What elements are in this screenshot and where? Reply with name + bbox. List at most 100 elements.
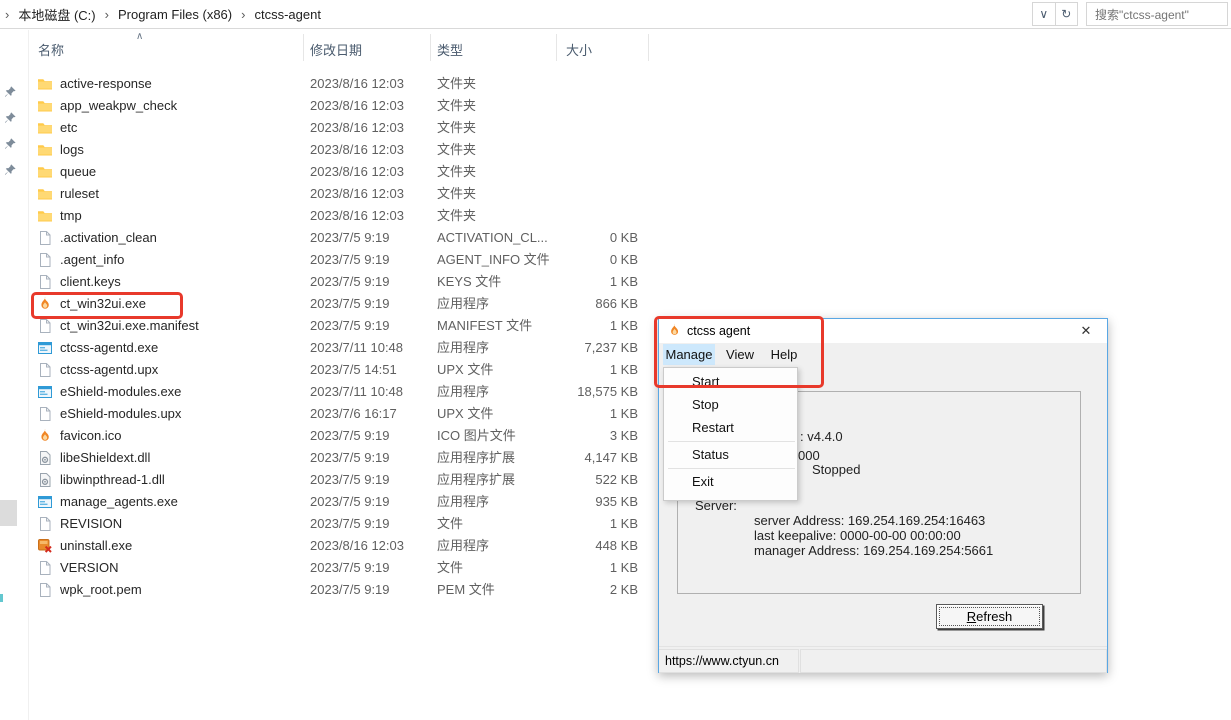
menu-item-start[interactable]: Start <box>665 371 796 393</box>
file-size: 935 KB <box>595 494 638 509</box>
close-icon[interactable]: ✕ <box>1073 321 1099 341</box>
file-date: 2023/8/16 12:03 <box>310 208 404 223</box>
uninstall-icon <box>37 538 53 554</box>
dll-icon <box>37 472 53 488</box>
file-icon <box>37 252 53 268</box>
explorer-window: › 本地磁盘 (C:) › Program Files (x86) › ctcss-age… <box>0 0 1231 720</box>
folder-icon <box>37 142 53 158</box>
file-date: 2023/8/16 12:03 <box>310 142 404 157</box>
file-row[interactable]: ct_win32ui.exe 2023/7/5 9:19 应用程序 866 KB <box>30 293 650 315</box>
file-row[interactable]: .activation_clean 2023/7/5 9:19 ACTIVATION… <box>30 227 650 249</box>
file-date: 2023/7/5 9:19 <box>310 318 390 333</box>
file-size: 1 KB <box>609 362 638 377</box>
statusbar-url: https://www.ctyun.cn <box>659 649 799 673</box>
file-row[interactable]: app_weakpw_check 2023/8/16 12:03 文件夹 <box>30 95 650 117</box>
menu-item-status[interactable]: Status <box>665 444 796 466</box>
file-date: 2023/8/16 12:03 <box>310 120 404 135</box>
ctcss-agent-dialog: ctcss agent ✕ Manage View Help : v4.4.0 … <box>658 318 1108 673</box>
file-row[interactable]: logs 2023/8/16 12:03 文件夹 <box>30 139 650 161</box>
agent-pid-fragment: 000 <box>798 448 820 463</box>
file-size: 1 KB <box>609 406 638 421</box>
file-size: 0 KB <box>609 230 638 245</box>
file-icon <box>37 560 53 576</box>
file-icon <box>37 230 53 246</box>
file-name: ctcss-agentd.exe <box>60 340 159 355</box>
file-row[interactable]: VERSION 2023/7/5 9:19 文件 1 KB <box>30 557 650 579</box>
menu-separator <box>668 468 795 469</box>
menu-item-restart[interactable]: Restart <box>665 417 796 439</box>
file-size: 4,147 KB <box>584 450 639 465</box>
file-size: 18,575 KB <box>577 384 638 399</box>
file-name: uninstall.exe <box>60 538 133 553</box>
file-date: 2023/7/5 9:19 <box>310 560 390 575</box>
file-row[interactable]: favicon.ico 2023/7/5 9:19 ICO 图片文件 3 KB <box>30 425 650 447</box>
file-row[interactable]: queue 2023/8/16 12:03 文件夹 <box>30 161 650 183</box>
manager-address-line: manager Address: 169.254.169.254:5661 <box>754 543 994 558</box>
dll-icon <box>37 450 53 466</box>
file-row[interactable]: ctcss-agentd.exe 2023/7/11 10:48 应用程序 7,237… <box>30 337 650 359</box>
file-icon <box>37 318 53 334</box>
file-name: REVISION <box>60 516 123 531</box>
file-size: 1 KB <box>609 516 638 531</box>
file-name: etc <box>60 120 78 135</box>
file-row[interactable]: client.keys 2023/7/5 9:19 KEYS 文件 1 KB <box>30 271 650 293</box>
chevron-down-icon[interactable]: ∨ <box>1033 3 1055 25</box>
agent-state-fragment: Stopped <box>812 462 861 477</box>
file-date: 2023/8/16 12:03 <box>310 76 404 91</box>
file-row[interactable]: active-response 2023/8/16 12:03 文件夹 <box>30 73 650 95</box>
menu-help[interactable]: Help <box>765 344 803 365</box>
file-date: 2023/7/5 14:51 <box>310 362 397 377</box>
menu-separator <box>668 441 795 442</box>
file-name: active-response <box>60 76 152 91</box>
file-row[interactable]: tmp 2023/8/16 12:03 文件夹 <box>30 205 650 227</box>
file-type: 应用程序 <box>437 296 490 311</box>
file-type: 应用程序 <box>437 384 490 399</box>
file-name: tmp <box>60 208 82 223</box>
file-date: 2023/7/5 9:19 <box>310 494 390 509</box>
menu-view[interactable]: View <box>721 344 759 365</box>
file-name: ct_win32ui.exe <box>60 296 146 311</box>
file-date: 2023/8/16 12:03 <box>310 164 404 179</box>
file-row[interactable]: libeShieldext.dll 2023/7/5 9:19 应用程序扩展 4,14… <box>30 447 650 469</box>
file-type: 应用程序扩展 <box>437 472 516 487</box>
dialog-title: ctcss agent <box>687 324 751 338</box>
file-row[interactable]: etc 2023/8/16 12:03 文件夹 <box>30 117 650 139</box>
file-size: 2 KB <box>609 582 638 597</box>
menu-manage[interactable]: Manage <box>663 344 715 365</box>
refresh-button[interactable]: Refresh <box>936 604 1043 629</box>
dialog-titlebar[interactable]: ctcss agent ✕ <box>659 319 1107 343</box>
file-list: active-response 2023/8/16 12:03 文件夹 app_wea… <box>0 0 660 720</box>
folder-icon <box>37 120 53 136</box>
file-date: 2023/7/11 10:48 <box>310 384 404 399</box>
file-row[interactable]: uninstall.exe 2023/8/16 12:03 应用程序 448 KB <box>30 535 650 557</box>
file-type: KEYS 文件 <box>437 274 502 289</box>
file-row[interactable]: manage_agents.exe 2023/7/5 9:19 应用程序 935 KB <box>30 491 650 513</box>
file-name: app_weakpw_check <box>60 98 178 113</box>
file-name: ct_win32ui.exe.manifest <box>60 318 199 333</box>
manage-menu-dropdown: Start Stop Restart Status Exit <box>663 367 798 501</box>
refresh-icon[interactable]: ↻ <box>1054 3 1078 25</box>
file-size: 1 KB <box>609 560 638 575</box>
last-keepalive-line: last keepalive: 0000-00-00 00:00:00 <box>754 528 961 543</box>
file-size: 522 KB <box>595 472 638 487</box>
menu-item-exit[interactable]: Exit <box>665 471 796 493</box>
menu-item-stop[interactable]: Stop <box>665 394 796 416</box>
search-input[interactable]: 搜索"ctcss-agent" <box>1086 2 1228 26</box>
file-row[interactable]: wpk_root.pem 2023/7/5 9:19 PEM 文件 2 KB <box>30 579 650 601</box>
file-row[interactable]: libwinpthread-1.dll 2023/7/5 9:19 应用程序扩展 52… <box>30 469 650 491</box>
dialog-menubar: Manage View Help <box>659 343 1107 366</box>
file-type: 应用程序 <box>437 494 490 509</box>
file-row[interactable]: ruleset 2023/8/16 12:03 文件夹 <box>30 183 650 205</box>
file-date: 2023/7/5 9:19 <box>310 582 390 597</box>
file-name: client.keys <box>60 274 121 289</box>
file-row[interactable]: REVISION 2023/7/5 9:19 文件 1 KB <box>30 513 650 535</box>
file-date: 2023/7/5 9:19 <box>310 252 390 267</box>
file-icon <box>37 362 53 378</box>
file-date: 2023/7/5 9:19 <box>310 274 390 289</box>
file-row[interactable]: ctcss-agentd.upx 2023/7/5 14:51 UPX 文件 1 KB <box>30 359 650 381</box>
file-row[interactable]: eShield-modules.upx 2023/7/6 16:17 UPX 文件 1… <box>30 403 650 425</box>
file-row[interactable]: ct_win32ui.exe.manifest 2023/7/5 9:19 MANI… <box>30 315 650 337</box>
file-icon <box>37 582 53 598</box>
file-row[interactable]: eShield-modules.exe 2023/7/11 10:48 应用程序 18… <box>30 381 650 403</box>
file-row[interactable]: .agent_info 2023/7/5 9:19 AGENT_INFO 文件 0 K… <box>30 249 650 271</box>
